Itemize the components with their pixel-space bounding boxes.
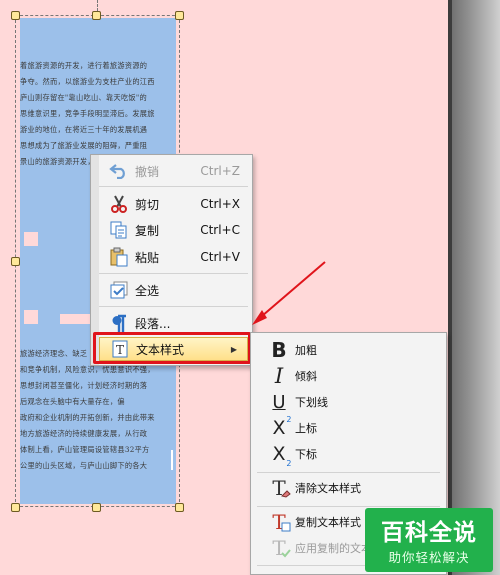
watermark-title: 百科全说: [381, 520, 477, 546]
annotation-arrow: [252, 261, 326, 325]
watermark-logo: 百科全说 助你轻松解决: [365, 508, 493, 572]
watermark-subtitle: 助你轻松解决: [388, 550, 470, 565]
